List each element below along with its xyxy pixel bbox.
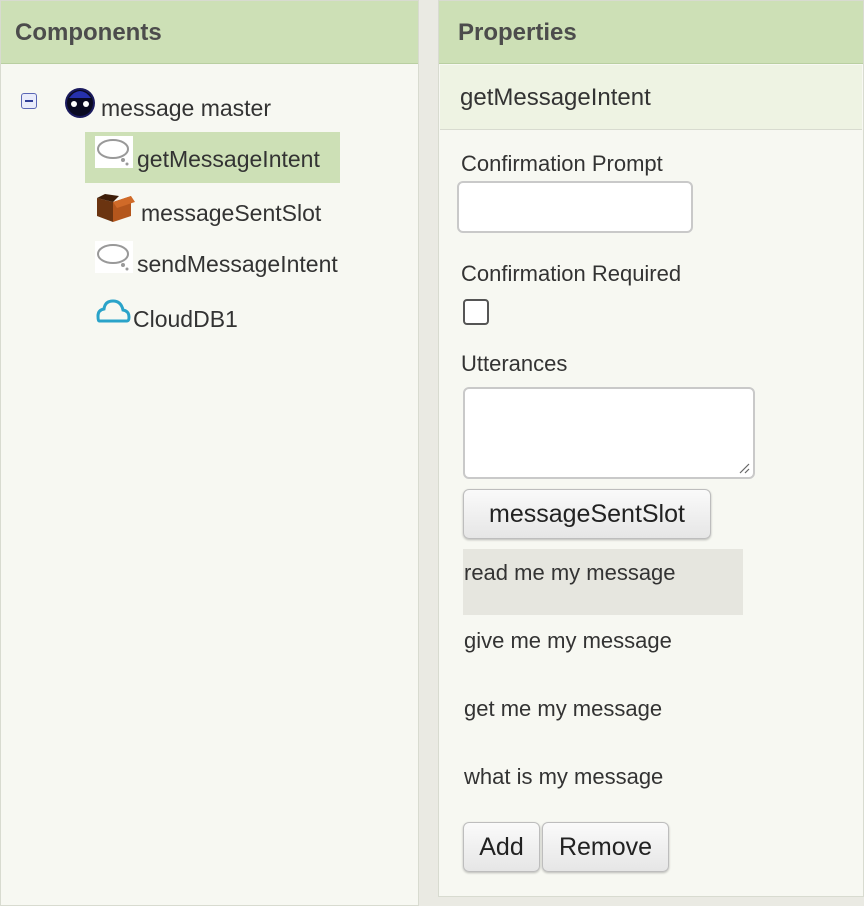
confirmation-prompt-input[interactable] (457, 181, 693, 233)
cloud-icon (95, 297, 131, 325)
tree-item-label: messageSentSlot (141, 199, 322, 226)
speech-bubble-icon (95, 134, 133, 170)
box-icon (95, 194, 135, 224)
utterance-item[interactable]: read me my message (463, 549, 743, 615)
tree-item-label: sendMessageIntent (137, 250, 338, 277)
tree-item-getmessageintent[interactable]: getMessageIntent (85, 132, 340, 183)
properties-panel: Properties getMessageIntent Confirmation… (438, 0, 864, 897)
confirmation-required-checkbox[interactable] (463, 299, 489, 325)
tree-item-clouddb1[interactable]: CloudDB1 (95, 291, 238, 332)
remove-button[interactable]: Remove (542, 822, 669, 872)
utterance-item[interactable]: get me my message (463, 685, 743, 751)
collapse-minus-icon[interactable] (21, 93, 37, 109)
confirmation-required-label: Confirmation Required (461, 261, 682, 286)
tree-item-label: CloudDB1 (133, 305, 238, 332)
tree-item-messagesentslot[interactable]: messageSentSlot (95, 189, 321, 229)
components-header: Components (1, 1, 418, 64)
speech-bubble-icon (95, 241, 133, 273)
android-robot-icon (63, 86, 97, 120)
selected-component-name: getMessageIntent (440, 65, 862, 130)
utterance-item[interactable]: what is my message (463, 753, 743, 819)
tree-item-root[interactable]: message master (63, 85, 271, 121)
components-panel: Components message master getMessageInte… (0, 0, 419, 906)
tree-item-label: message master (101, 94, 272, 121)
utterances-label: Utterances (461, 351, 568, 376)
properties-header: Properties (439, 1, 863, 64)
tree-item-label: getMessageIntent (137, 146, 320, 172)
utterance-item[interactable]: give me my message (463, 617, 743, 683)
tree-item-sendmessageintent[interactable]: sendMessageIntent (95, 237, 338, 277)
add-button[interactable]: Add (463, 822, 540, 872)
slot-insert-button[interactable]: messageSentSlot (463, 489, 711, 539)
confirmation-prompt-label: Confirmation Prompt (461, 151, 663, 176)
utterances-textarea[interactable] (463, 387, 755, 479)
resize-grip-icon[interactable] (738, 462, 750, 474)
